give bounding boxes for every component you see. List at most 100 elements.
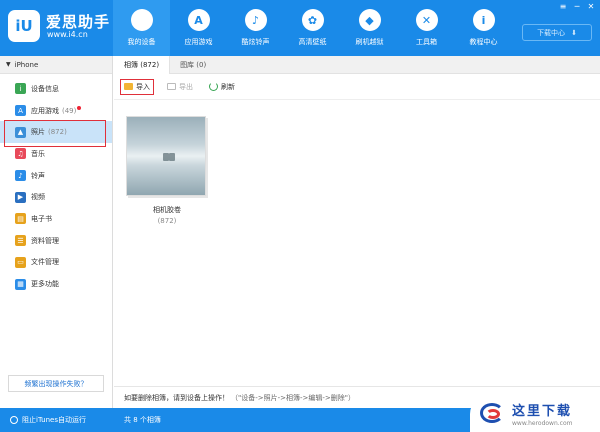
bell-icon: ♪: [15, 170, 26, 182]
flower-icon: ✿: [301, 9, 324, 31]
sidebar-item-1[interactable]: A 应用游戏 (49): [0, 100, 112, 122]
album-total: 共 8 个相簿: [124, 416, 161, 424]
sidebar-item-9[interactable]: ▦ 更多功能: [0, 273, 112, 295]
album-name: 相机胶卷: [153, 206, 181, 214]
appstore-icon: A: [15, 105, 26, 117]
tab-library[interactable]: 图库 (0): [170, 56, 216, 74]
sidebar-item-count: (872): [48, 128, 67, 137]
nav-item-2[interactable]: ♪ 酷炫铃声: [227, 0, 284, 56]
sidebar-item-label: 音乐: [31, 149, 45, 158]
sidebar-item-label: 视频: [31, 193, 45, 202]
notification-dot: [77, 105, 82, 110]
sidebar: ▼ iPhone i 设备信息 A 应用游戏 (49) ▲ 照片 (872) ♫ 音乐 ♪ 铃声 ▶ 视频…: [0, 56, 113, 408]
tab-albums[interactable]: 相簿 (872): [114, 56, 171, 74]
refresh-button[interactable]: 刷新: [206, 79, 238, 95]
hint-path: （"设备->照片->相簿->编辑->删除"）: [231, 393, 356, 402]
nav-label: 工具箱: [416, 38, 437, 46]
export-icon: [167, 83, 176, 90]
nav-item-3[interactable]: ✿ 高清壁纸: [284, 0, 341, 56]
watermark: 这里下载 www.herodown.com: [470, 394, 600, 432]
close-icon[interactable]: ✕: [586, 2, 596, 11]
sidebar-item-label: 文件管理: [31, 258, 59, 267]
sidebar-item-3[interactable]: ♫ 音乐: [0, 143, 112, 165]
import-button[interactable]: 导入: [120, 78, 154, 95]
minimize-icon[interactable]: ─: [572, 2, 582, 11]
logo-icon: iU: [8, 10, 40, 42]
help-button[interactable]: 频繁出现操作失败？: [8, 375, 104, 392]
main-panel: 相簿 (872) 图库 (0) 导入 导出 刷新 相机胶卷 (872): [114, 56, 600, 408]
music-icon: ♫: [15, 148, 26, 160]
grid-icon: ▦: [15, 278, 26, 290]
sidebar-item-label: 铃声: [31, 171, 45, 180]
itunes-label: 阻止iTunes自动运行: [22, 416, 86, 424]
sidebar-item-8[interactable]: ▭ 文件管理: [0, 252, 112, 274]
collapse-triangle-icon: ▼: [6, 61, 11, 68]
brand-url: www.i4.cn: [47, 30, 88, 39]
tab-bar: 相簿 (872) 图库 (0): [114, 56, 600, 74]
folder-import-icon: [124, 83, 133, 90]
appstore-icon: A: [187, 9, 210, 31]
download-icon: ⬇: [571, 28, 577, 37]
nav-item-1[interactable]: A 应用游戏: [170, 0, 227, 56]
nav-label: 教程中心: [469, 38, 498, 46]
download-center-button[interactable]: 下载中心 ⬇: [522, 24, 592, 41]
nav-item-6[interactable]: i 教程中心: [455, 0, 512, 56]
itunes-toggle[interactable]: 阻止iTunes自动运行: [10, 408, 86, 432]
sidebar-item-label: 资料管理: [31, 236, 59, 245]
nav-item-0[interactable]: 我的设备: [113, 0, 170, 56]
watermark-url: www.herodown.com: [512, 419, 573, 427]
nav-label: 我的设备: [127, 38, 156, 46]
import-label: 导入: [136, 82, 150, 91]
sidebar-item-5[interactable]: ▶ 视频: [0, 186, 112, 208]
hint-text: 如要删除相簿，请到设备上操作！: [124, 393, 229, 402]
sidebar-item-label: 照片: [31, 128, 45, 137]
sidebar-item-label: 电子书: [31, 214, 52, 223]
dropbox-icon: ◆: [358, 9, 381, 31]
sidebar-item-0[interactable]: i 设备信息: [0, 78, 112, 100]
sidebar-item-6[interactable]: ▤ 电子书: [0, 208, 112, 230]
nav-label: 高清壁纸: [298, 38, 327, 46]
refresh-label: 刷新: [221, 82, 235, 91]
nav-item-4[interactable]: ◆ 刷机越狱: [341, 0, 398, 56]
toolbar: 导入 导出 刷新: [114, 74, 600, 100]
watermark-logo-icon: [478, 399, 508, 427]
sidebar-item-label: 应用游戏: [31, 106, 59, 115]
sidebar-item-count: (49): [62, 106, 77, 115]
watermark-text: 这里下载: [512, 403, 573, 419]
nav-label: 刷机越狱: [355, 38, 384, 46]
sidebar-item-7[interactable]: ☰ 资料管理: [0, 230, 112, 252]
top-header: iU 爱思助手 www.i4.cn 我的设备 A 应用游戏 ♪ 酷炫铃声 ✿ 高清壁纸 ◆ 刷机…: [0, 0, 600, 56]
download-center-label: 下载中心: [537, 28, 566, 37]
sidebar-item-2[interactable]: ▲ 照片 (872): [0, 120, 112, 148]
export-button[interactable]: 导出: [164, 79, 196, 95]
main-nav: 我的设备 A 应用游戏 ♪ 酷炫铃声 ✿ 高清壁纸 ◆ 刷机越狱 ✕ 工具箱 i 教程中心: [113, 0, 512, 56]
video-icon: ▶: [15, 191, 26, 203]
contacts-icon: ☰: [15, 235, 26, 247]
apple-icon: [130, 9, 153, 31]
info-icon: i: [472, 9, 495, 31]
photo-icon: ▲: [15, 126, 26, 138]
radio-icon: [10, 416, 18, 424]
nav-label: 应用游戏: [184, 38, 213, 46]
export-label: 导出: [179, 82, 193, 91]
nav-label: 酷炫铃声: [241, 38, 270, 46]
sidebar-item-label: 更多功能: [31, 280, 59, 289]
sidebar-item-label: 设备信息: [31, 84, 59, 93]
sidebar-menu: i 设备信息 A 应用游戏 (49) ▲ 照片 (872) ♫ 音乐 ♪ 铃声 ▶ 视频 ▤ 电子书 ☰ 资料管理…: [0, 74, 112, 295]
window-controls: ≡ ─ ✕: [558, 2, 596, 11]
refresh-icon: [209, 82, 218, 91]
album-item[interactable]: 相机胶卷 (872): [126, 116, 208, 225]
album-count: (872): [157, 217, 177, 225]
nav-item-5[interactable]: ✕ 工具箱: [398, 0, 455, 56]
menu-icon[interactable]: ≡: [558, 2, 568, 11]
device-selector[interactable]: ▼ iPhone: [0, 56, 112, 74]
book-icon: ▤: [15, 213, 26, 225]
info-circle-icon: i: [15, 83, 26, 95]
bell-icon: ♪: [244, 9, 267, 31]
tools-icon: ✕: [415, 9, 438, 31]
folder-icon: ▭: [15, 256, 26, 268]
device-name: iPhone: [14, 60, 39, 69]
app-logo: iU: [8, 10, 44, 46]
sidebar-item-4[interactable]: ♪ 铃声: [0, 165, 112, 187]
brand-name: 爱思助手: [46, 13, 111, 31]
